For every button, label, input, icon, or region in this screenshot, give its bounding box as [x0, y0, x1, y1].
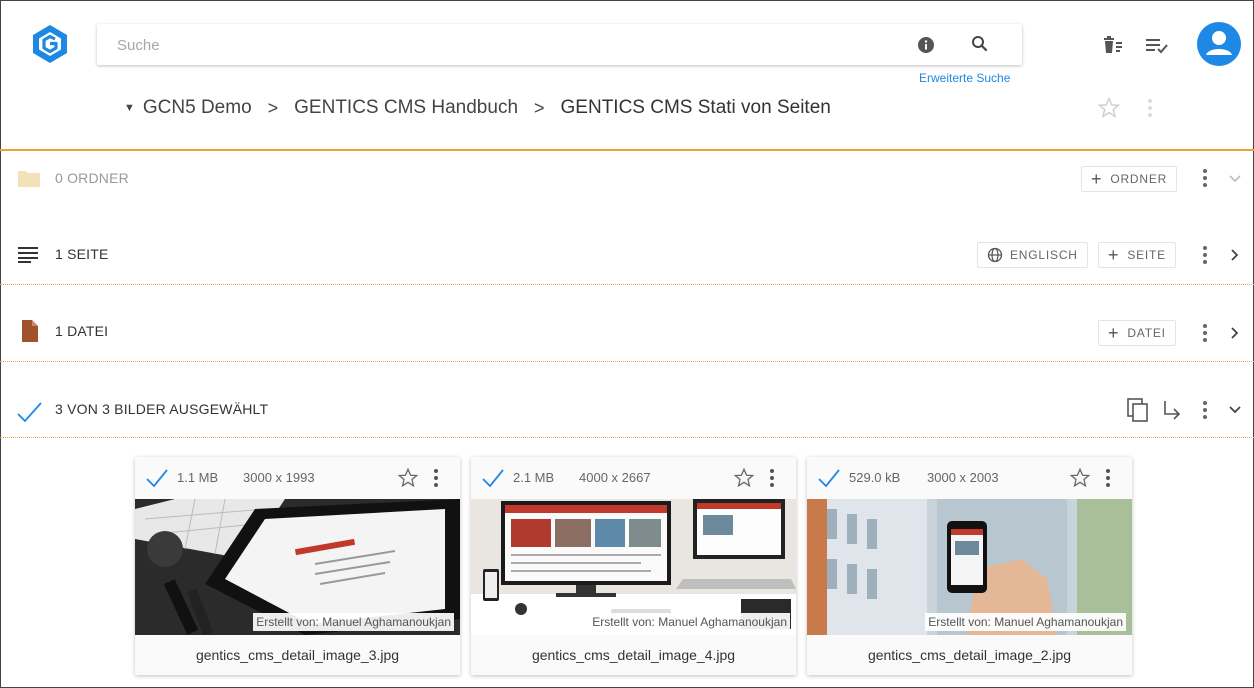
more-vert-icon[interactable]	[1146, 97, 1154, 119]
image-thumbnail[interactable]: Erstellt von: Manuel Aghamanoukjan	[807, 499, 1132, 635]
pages-more-icon[interactable]	[1202, 245, 1208, 265]
globe-icon	[987, 247, 1003, 263]
files-more-icon[interactable]	[1202, 323, 1208, 343]
caret-down-icon[interactable]: ▼	[124, 102, 135, 114]
image-size: 2.1 MB	[513, 470, 555, 485]
image-credit: Erstellt von: Manuel Aghamanoukjan	[925, 613, 1126, 631]
star-icon[interactable]	[397, 467, 419, 489]
chevron-right-icon: >	[267, 97, 279, 118]
pages-section-title[interactable]: 1 SEITE	[55, 246, 109, 262]
image-dimensions: 4000 x 2667	[579, 470, 651, 485]
plus-icon: +	[1091, 169, 1103, 189]
chevron-right-icon[interactable]	[1228, 248, 1242, 262]
folders-more-icon[interactable]	[1202, 168, 1208, 188]
file-icon	[22, 320, 38, 342]
image-filename[interactable]: gentics_cms_detail_image_4.jpg	[471, 635, 796, 675]
chevron-down-icon[interactable]	[1228, 403, 1242, 417]
image-size: 529.0 kB	[849, 470, 901, 485]
image-filename[interactable]: gentics_cms_detail_image_2.jpg	[807, 635, 1132, 675]
account-icon	[1206, 31, 1232, 55]
checkmark-icon[interactable]	[15, 400, 43, 424]
images-more-icon[interactable]	[1202, 400, 1208, 420]
gentics-logo[interactable]	[28, 22, 72, 66]
star-icon[interactable]	[1069, 467, 1091, 489]
files-section-title[interactable]: 1 DATEI	[55, 323, 108, 339]
add-file-button[interactable]: + DATEI	[1098, 320, 1176, 346]
image-thumbnail[interactable]: Erstellt von: Manuel Aghamanoukjan	[135, 499, 460, 635]
image-credit: Erstellt von: Manuel Aghamanoukjan	[253, 613, 454, 631]
advanced-search-link[interactable]: Erweiterte Suche	[919, 71, 1010, 85]
star-icon[interactable]	[733, 467, 755, 489]
trash-icon[interactable]	[1101, 33, 1125, 57]
tasklist-icon[interactable]	[1144, 33, 1170, 57]
favourite-star-icon[interactable]	[1097, 96, 1121, 120]
search-icon[interactable]	[970, 34, 990, 54]
image-size: 1.1 MB	[177, 470, 219, 485]
image-credit: Erstellt von: Manuel Aghamanoukjan	[589, 613, 790, 631]
more-vert-icon[interactable]	[1105, 468, 1111, 488]
image-card[interactable]: 2.1 MB 4000 x 2667 Erstellt von: Manuel …	[471, 457, 796, 675]
checkmark-icon[interactable]	[817, 467, 841, 489]
header-divider	[0, 149, 1254, 151]
plus-icon: +	[1108, 323, 1120, 343]
breadcrumb-current[interactable]: GENTICS CMS Stati von Seiten	[561, 97, 831, 119]
copy-icon[interactable]	[1125, 397, 1151, 423]
breadcrumb: ▼ GCN5 Demo > GENTICS CMS Handbuch > GEN…	[124, 97, 831, 119]
checkmark-icon[interactable]	[145, 467, 169, 489]
chevron-right-icon: >	[534, 97, 545, 118]
image-dimensions: 3000 x 2003	[927, 470, 999, 485]
images-section-title[interactable]: 3 VON 3 BILDER AUSGEWÄHLT	[55, 401, 268, 417]
language-button[interactable]: ENGLISCH	[977, 242, 1088, 268]
image-filename[interactable]: gentics_cms_detail_image_3.jpg	[135, 635, 460, 675]
search-input[interactable]	[115, 24, 879, 67]
breadcrumb-item[interactable]: GENTICS CMS Handbuch	[294, 97, 518, 119]
user-avatar[interactable]	[1197, 22, 1241, 66]
info-icon[interactable]	[917, 36, 935, 54]
breadcrumb-item[interactable]: GCN5 Demo	[143, 97, 252, 119]
image-card[interactable]: 1.1 MB 3000 x 1993 Erstellt von: Manuel …	[135, 457, 460, 675]
more-vert-icon[interactable]	[433, 468, 439, 488]
checkmark-icon[interactable]	[481, 467, 505, 489]
folder-icon	[18, 171, 40, 187]
page-icon	[18, 247, 38, 263]
add-folder-button[interactable]: + ORDNER	[1081, 166, 1178, 192]
plus-icon: +	[1108, 245, 1120, 265]
move-icon[interactable]	[1160, 398, 1184, 422]
image-card[interactable]: 529.0 kB 3000 x 2003 Erstellt von: Manue…	[807, 457, 1132, 675]
folders-section-title[interactable]: 0 ORDNER	[55, 170, 129, 186]
section-divider	[0, 361, 1254, 362]
more-vert-icon[interactable]	[769, 468, 775, 488]
add-page-button[interactable]: + SEITE	[1098, 242, 1176, 268]
section-divider	[0, 284, 1254, 285]
search-bar	[97, 24, 1022, 67]
image-dimensions: 3000 x 1993	[243, 470, 315, 485]
chevron-down-icon[interactable]	[1228, 172, 1242, 186]
section-divider	[0, 437, 1254, 438]
image-thumbnail[interactable]: Erstellt von: Manuel Aghamanoukjan	[471, 499, 796, 635]
chevron-right-icon[interactable]	[1228, 326, 1242, 340]
